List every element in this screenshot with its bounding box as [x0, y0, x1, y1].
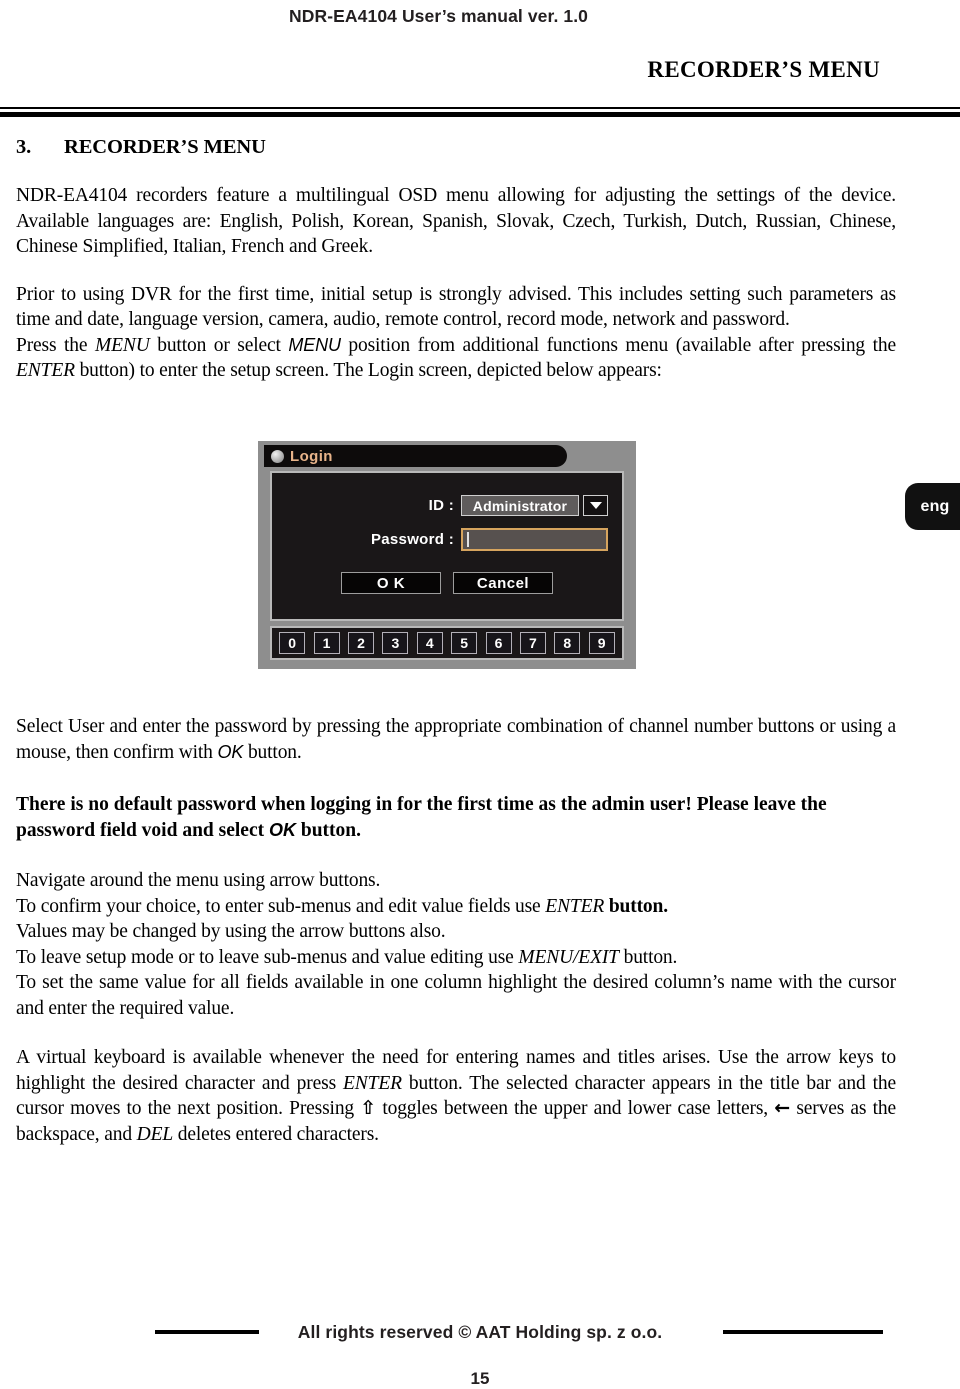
id-dropdown-button[interactable]: [583, 495, 608, 516]
numpad-key-4[interactable]: 4: [416, 632, 443, 654]
note-ok-keyword: OK: [268, 819, 296, 840]
press-menu-text-2: button or select: [149, 334, 289, 356]
numpad-key-0[interactable]: 0: [279, 632, 306, 654]
id-label: ID :: [428, 497, 454, 514]
paragraph-select-user: Select User and enter the password by pr…: [16, 714, 896, 765]
nav4-text-2: button.: [618, 946, 678, 968]
login-screen-figure: Login ID : Administrator Password : O K …: [258, 441, 636, 669]
nav2-text-1: To confirm your choice, to enter sub-men…: [16, 895, 546, 917]
login-dialog-title: Login: [290, 447, 333, 465]
header-rule-thick: [0, 112, 960, 117]
nav2-text-2: button.: [604, 895, 668, 917]
login-dialog-titlebar: Login: [264, 445, 567, 467]
press-menu-text-4: button) to enter the setup screen. The L…: [74, 360, 662, 381]
chevron-down-icon: [589, 502, 602, 509]
kb-text-5: deletes entered characters.: [173, 1123, 379, 1145]
numpad-key-5[interactable]: 5: [451, 632, 478, 654]
paragraph-nav-line-1: Navigate around the menu using arrow but…: [16, 870, 381, 891]
header-rule-thin: [0, 107, 960, 109]
note-text-1: There is no default password when loggin…: [16, 794, 827, 841]
paragraph-default-password-note: There is no default password when loggin…: [16, 792, 896, 843]
id-selected-value: Administrator: [472, 497, 568, 514]
paragraph-intro: NDR-EA4104 recorders feature a multiling…: [16, 185, 896, 257]
footer-copyright: All rights reserved © AAT Holding sp. z …: [297, 1322, 663, 1342]
nav4-menuexit-keyword: MENU/EXIT: [518, 946, 619, 968]
paragraph-virtual-keyboard: A virtual keyboard is available whenever…: [16, 1045, 896, 1147]
paragraph-nav-line-5: To set the same value for all fields ava…: [16, 972, 896, 1019]
id-select[interactable]: Administrator: [461, 495, 579, 516]
backspace-arrow-icon: ←: [774, 1097, 791, 1119]
password-label: Password :: [370, 531, 454, 548]
login-dialog-body: ID : Administrator Password : O K Cancel: [270, 471, 624, 621]
numpad-key-2[interactable]: 2: [347, 632, 374, 654]
numpad-key-7[interactable]: 7: [519, 632, 546, 654]
numpad-key-9[interactable]: 9: [588, 632, 615, 654]
numpad-key-8[interactable]: 8: [554, 632, 581, 654]
login-window-icon: [271, 449, 284, 463]
numpad-key-1[interactable]: 1: [313, 632, 340, 654]
paragraph-press-menu: Press the MENU button or select MENU pos…: [16, 333, 896, 384]
document-content-lower: Select User and enter the password by pr…: [16, 714, 896, 1147]
document-content: 3. RECORDER’S MENU NDR-EA4104 recorders …: [16, 136, 896, 384]
numpad: 0 1 2 3 4 5 6 7 8 9: [270, 626, 624, 660]
select-user-ok-keyword: OK: [217, 741, 244, 762]
shift-arrow-icon: ⇧: [360, 1097, 377, 1119]
press-menu-keyword-1: MENU: [94, 334, 150, 356]
page-header: NDR-EA4104 User’s manual ver. 1.0 RECORD…: [0, 0, 960, 120]
kb-text-3: toggles between the upper and lower case…: [376, 1098, 775, 1119]
password-input[interactable]: [461, 528, 608, 551]
kb-del-keyword: DEL: [136, 1123, 174, 1145]
paragraph-nav-line-4: To leave setup mode or to leave sub-menu…: [16, 945, 896, 971]
manual-title: NDR-EA4104 User’s manual ver. 1.0: [289, 6, 589, 26]
paragraph-setup-advice: Prior to using DVR for the first time, i…: [16, 283, 896, 331]
section-heading: 3. RECORDER’S MENU: [16, 136, 896, 159]
id-row: ID : Administrator: [272, 495, 622, 516]
select-user-text-1: Select User and enter the password by pr…: [16, 716, 896, 763]
section-number: 3.: [16, 136, 32, 158]
press-menu-text-1: Press the: [16, 334, 95, 356]
paragraph-nav-line-3: Values may be changed by using the arrow…: [16, 921, 446, 942]
press-menu-keyword-2: MENU: [288, 334, 341, 355]
page-number: 15: [470, 1369, 490, 1388]
page-footer: All rights reserved © AAT Holding sp. z …: [0, 1320, 960, 1389]
press-menu-keyword-3: ENTER: [16, 360, 75, 381]
note-text-2: button.: [295, 819, 362, 841]
ok-button[interactable]: O K: [341, 572, 441, 594]
numpad-key-3[interactable]: 3: [382, 632, 409, 654]
section-title: RECORDER’S MENU: [64, 136, 266, 158]
password-row: Password :: [272, 528, 622, 551]
language-badge: eng: [905, 483, 960, 530]
cancel-button[interactable]: Cancel: [453, 572, 553, 594]
nav2-enter-keyword: ENTER: [545, 895, 605, 917]
dialog-button-row: O K Cancel: [272, 572, 622, 594]
header-section-title: RECORDER’S MENU: [647, 57, 880, 82]
text-cursor-icon: [467, 532, 469, 547]
numpad-key-6[interactable]: 6: [485, 632, 512, 654]
nav4-text-1: To leave setup mode or to leave sub-menu…: [16, 946, 519, 968]
paragraph-nav-line-2: To confirm your choice, to enter sub-men…: [16, 894, 896, 920]
select-user-text-2: button.: [243, 741, 302, 763]
kb-enter-keyword: ENTER: [343, 1072, 402, 1094]
press-menu-text-3: position from additional functions menu …: [340, 334, 896, 356]
